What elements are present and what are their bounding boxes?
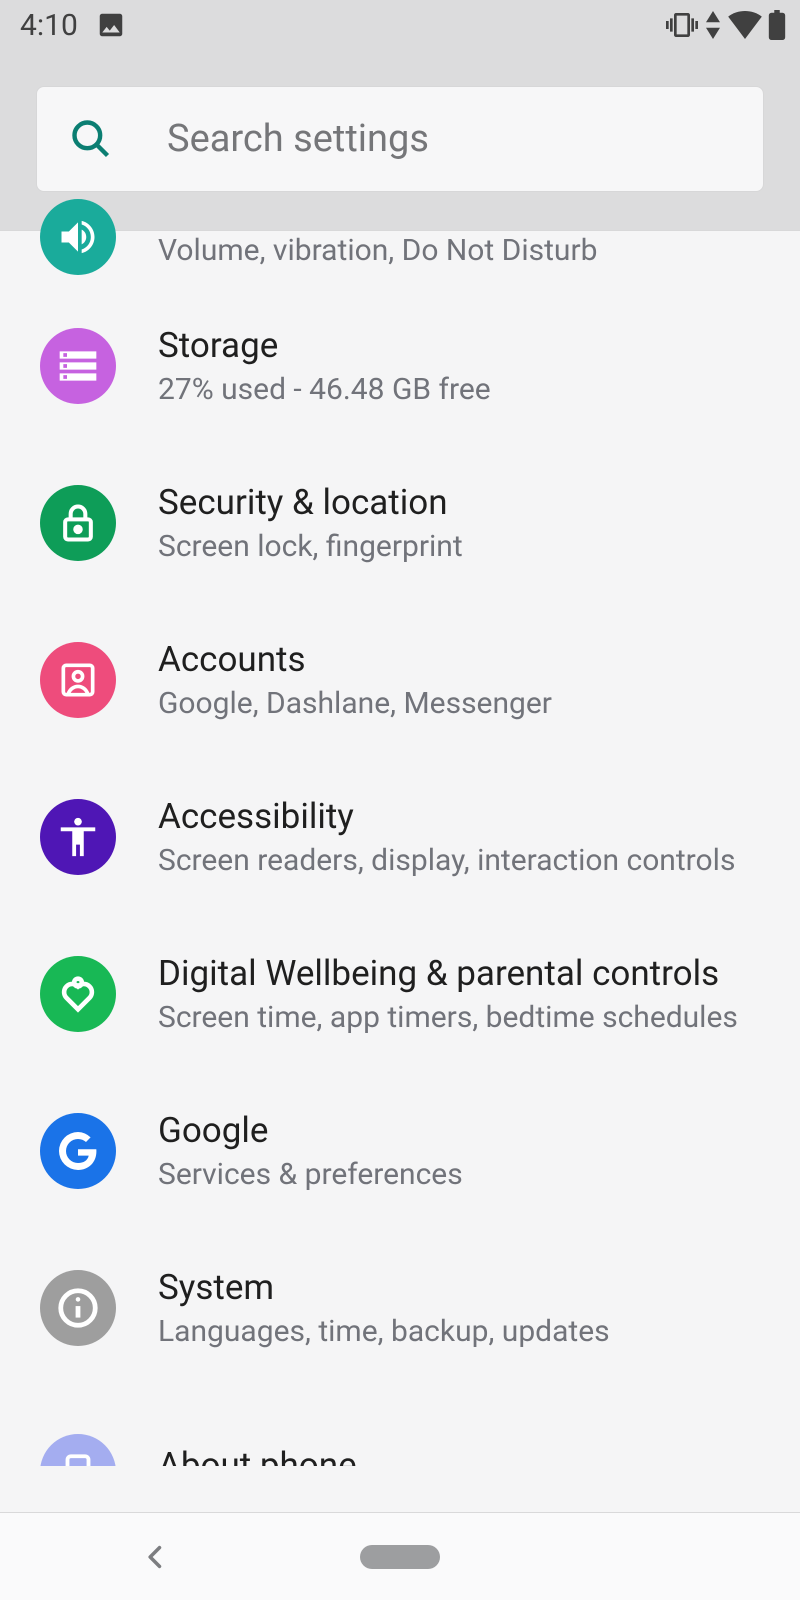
search-placeholder: Search settings xyxy=(167,117,429,161)
status-left: 4:10 xyxy=(20,8,126,43)
status-bar: 4:10 xyxy=(0,0,800,50)
settings-item-subtitle: Volume, vibration, Do Not Disturb xyxy=(158,227,597,268)
row-text: Digital Wellbeing & parental controls Sc… xyxy=(158,953,738,1035)
settings-item-title: Security & location xyxy=(158,482,463,523)
row-text: Accounts Google, Dashlane, Messenger xyxy=(158,639,552,721)
wifi-icon xyxy=(728,11,762,39)
row-text: System Languages, time, backup, updates xyxy=(158,1267,610,1349)
search-icon xyxy=(69,117,113,161)
google-icon xyxy=(40,1113,116,1189)
settings-item-about[interactable]: About phone xyxy=(0,1386,800,1466)
vibrate-icon xyxy=(666,9,698,41)
nav-home-pill[interactable] xyxy=(360,1545,440,1569)
settings-item-subtitle: Languages, time, backup, updates xyxy=(158,1314,610,1349)
account-icon xyxy=(40,642,116,718)
settings-item-subtitle: Screen time, app timers, bedtime schedul… xyxy=(158,1000,738,1035)
settings-item-title: Storage xyxy=(158,325,491,366)
settings-item-subtitle: Screen lock, fingerprint xyxy=(158,529,463,564)
lock-icon xyxy=(40,485,116,561)
settings-item-wellbeing[interactable]: Digital Wellbeing & parental controls Sc… xyxy=(0,915,800,1072)
battery-icon xyxy=(768,10,786,40)
info-icon xyxy=(40,1270,116,1346)
row-text: Accessibility Screen readers, display, i… xyxy=(158,796,735,878)
data-arrows-icon xyxy=(704,11,722,39)
row-text: Google Services & preferences xyxy=(158,1110,463,1192)
row-text: Security & location Screen lock, fingerp… xyxy=(158,482,463,564)
settings-item-subtitle: Google, Dashlane, Messenger xyxy=(158,686,552,721)
search-container: Search settings xyxy=(0,50,800,230)
settings-item-accessibility[interactable]: Accessibility Screen readers, display, i… xyxy=(0,758,800,915)
accessibility-icon xyxy=(40,799,116,875)
settings-item-title: Digital Wellbeing & parental controls xyxy=(158,953,738,994)
settings-item-storage[interactable]: Storage 27% used - 46.48 GB free xyxy=(0,287,800,444)
status-right xyxy=(666,9,786,41)
row-text: About phone xyxy=(158,1445,357,1466)
settings-item-security[interactable]: Security & location Screen lock, fingerp… xyxy=(0,444,800,601)
settings-item-subtitle: Services & preferences xyxy=(158,1157,463,1192)
storage-icon xyxy=(40,328,116,404)
settings-item-subtitle: Screen readers, display, interaction con… xyxy=(158,843,735,878)
settings-item-google[interactable]: Google Services & preferences xyxy=(0,1072,800,1229)
settings-item-sound[interactable]: Volume, vibration, Do Not Disturb xyxy=(0,227,800,287)
wellbeing-icon xyxy=(40,956,116,1032)
picture-icon xyxy=(96,10,126,40)
sound-icon xyxy=(40,199,116,275)
settings-item-system[interactable]: System Languages, time, backup, updates xyxy=(0,1229,800,1386)
settings-item-title: Google xyxy=(158,1110,463,1151)
search-settings[interactable]: Search settings xyxy=(36,86,764,192)
settings-item-title: System xyxy=(158,1267,610,1308)
settings-list: Volume, vibration, Do Not Disturb Storag… xyxy=(0,230,800,1466)
settings-item-title: Accessibility xyxy=(158,796,735,837)
nav-back-button[interactable] xyxy=(142,1543,170,1571)
settings-item-accounts[interactable]: Accounts Google, Dashlane, Messenger xyxy=(0,601,800,758)
settings-item-title: About phone xyxy=(158,1445,357,1466)
row-text: Storage 27% used - 46.48 GB free xyxy=(158,325,491,407)
settings-item-title: Accounts xyxy=(158,639,552,680)
settings-item-subtitle: 27% used - 46.48 GB free xyxy=(158,372,491,407)
navigation-bar xyxy=(0,1512,800,1600)
row-text: Volume, vibration, Do Not Disturb xyxy=(158,227,597,268)
phone-icon xyxy=(40,1434,116,1466)
status-time: 4:10 xyxy=(20,8,78,43)
